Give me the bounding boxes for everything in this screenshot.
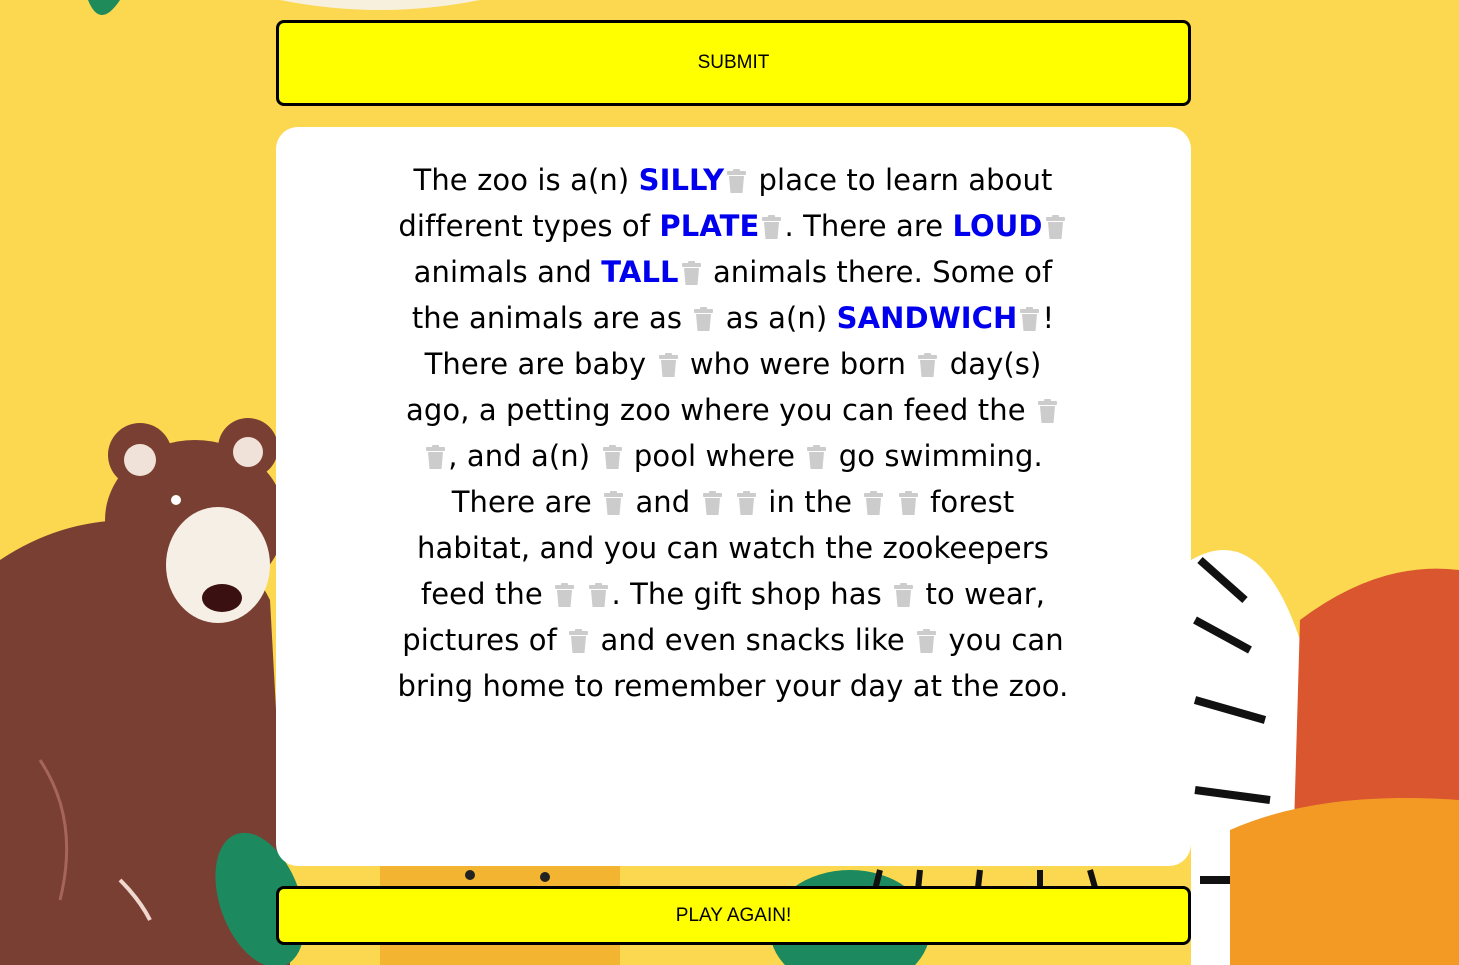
story-text: The zoo is a(n) bbox=[413, 163, 630, 197]
trash-icon[interactable] bbox=[657, 352, 680, 378]
trash-icon[interactable] bbox=[424, 444, 447, 470]
trash-icon[interactable] bbox=[760, 214, 783, 240]
trash-icon[interactable] bbox=[725, 168, 748, 194]
trash-icon[interactable] bbox=[897, 490, 920, 516]
filled-word: PLATE bbox=[659, 209, 760, 243]
trash-icon[interactable] bbox=[805, 444, 828, 470]
story-text: animals and bbox=[413, 255, 592, 289]
story-text: in the bbox=[768, 485, 853, 519]
trash-icon[interactable] bbox=[680, 260, 703, 286]
trash-icon[interactable] bbox=[567, 628, 590, 654]
story-text: as a(n) bbox=[725, 301, 828, 335]
trash-icon[interactable] bbox=[602, 490, 625, 516]
play-again-button[interactable]: PLAY AGAIN! bbox=[276, 886, 1191, 945]
filled-word: TALL bbox=[601, 255, 679, 289]
trash-icon[interactable] bbox=[692, 306, 715, 332]
story-text: . There are bbox=[784, 209, 944, 243]
story-text: . The gift shop has bbox=[611, 577, 882, 611]
trash-icon[interactable] bbox=[1044, 214, 1067, 240]
story-text: pool where bbox=[633, 439, 796, 473]
trash-icon[interactable] bbox=[1018, 306, 1041, 332]
trash-icon[interactable] bbox=[916, 352, 939, 378]
trash-icon[interactable] bbox=[601, 444, 624, 470]
submit-button[interactable]: SUBMIT bbox=[276, 20, 1191, 106]
mad-libs-story: The zoo is a(n) SILLY place to learn abo… bbox=[394, 157, 1072, 709]
filled-word: LOUD bbox=[952, 209, 1043, 243]
trash-icon[interactable] bbox=[735, 490, 758, 516]
story-text: and bbox=[635, 485, 691, 519]
story-card: The zoo is a(n) SILLY place to learn abo… bbox=[276, 127, 1191, 866]
trash-icon[interactable] bbox=[587, 582, 610, 608]
trash-icon[interactable] bbox=[915, 628, 938, 654]
trash-icon[interactable] bbox=[553, 582, 576, 608]
filled-word: SILLY bbox=[638, 163, 725, 197]
filled-word: SANDWICH bbox=[836, 301, 1018, 335]
story-text: , and a(n) bbox=[448, 439, 591, 473]
trash-icon[interactable] bbox=[892, 582, 915, 608]
story-text: and even snacks like bbox=[600, 623, 905, 657]
trash-icon[interactable] bbox=[862, 490, 885, 516]
story-text: who were born bbox=[689, 347, 907, 381]
trash-icon[interactable] bbox=[1036, 398, 1059, 424]
trash-icon[interactable] bbox=[701, 490, 724, 516]
